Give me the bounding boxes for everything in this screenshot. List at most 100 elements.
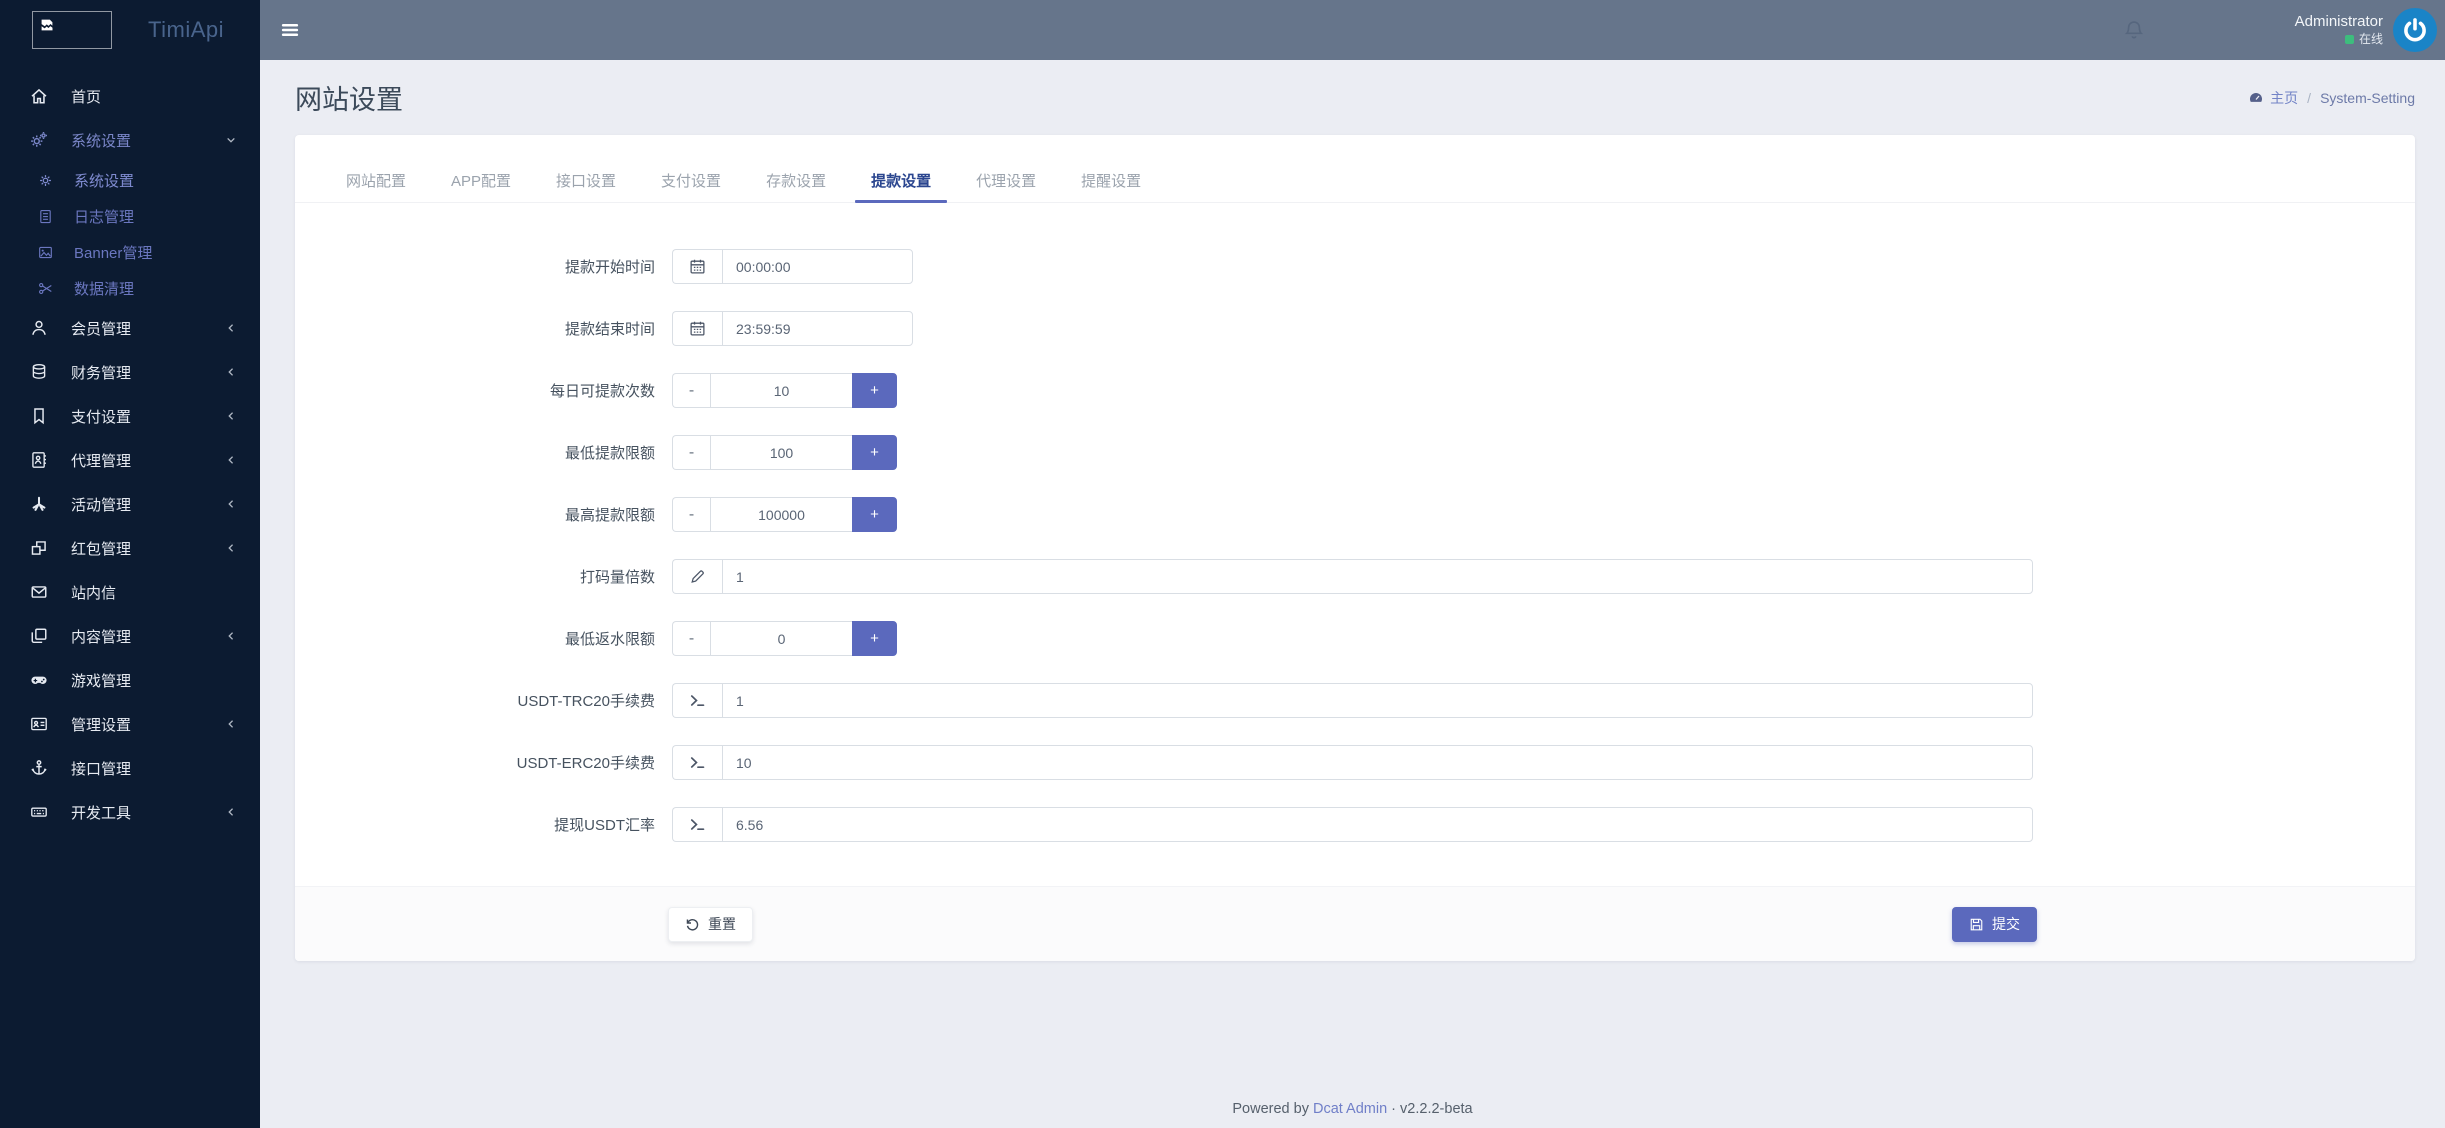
tab-存款设置[interactable]: 存款设置 — [760, 159, 832, 202]
sidebar-subitem-label: Banner管理 — [74, 242, 152, 263]
sidebar-item[interactable]: 活动管理 — [0, 482, 260, 526]
user-status-label: 在线 — [2359, 32, 2383, 47]
sidebar-item[interactable]: 接口管理 — [0, 746, 260, 790]
sidebar-item[interactable]: 管理设置 — [0, 702, 260, 746]
file-text-icon — [38, 209, 53, 224]
stepper-value-input[interactable] — [710, 621, 852, 656]
form-row: 每日可提款次数-+ — [295, 373, 2415, 408]
field-control: -+ — [672, 621, 897, 656]
form-row: 打码量倍数 — [295, 559, 2415, 594]
footer-separator: · — [1391, 1101, 1396, 1117]
submit-button[interactable]: 提交 — [1952, 907, 2037, 942]
sidebar-item-label: 系统设置 — [71, 130, 224, 151]
time-input[interactable] — [722, 249, 913, 284]
tab-支付设置[interactable]: 支付设置 — [655, 159, 727, 202]
sidebar-subitem[interactable]: 系统设置 — [0, 162, 260, 198]
sidebar-menu: 首页系统设置系统设置日志管理Banner管理数据清理会员管理财务管理支付设置代理… — [0, 60, 260, 834]
powered-by-text: Powered by — [1232, 1101, 1309, 1117]
sidebar-item-label: 活动管理 — [71, 494, 224, 515]
sidebar-item[interactable]: 游戏管理 — [0, 658, 260, 702]
sidebar-item[interactable]: 首页 — [0, 74, 260, 118]
settings-form: 提款开始时间提款结束时间每日可提款次数-+最低提款限额-+最高提款限额-+打码量… — [295, 203, 2415, 886]
tab-代理设置[interactable]: 代理设置 — [970, 159, 1042, 202]
stepper-minus-button[interactable]: - — [672, 435, 710, 470]
chevron-left-icon — [224, 321, 238, 335]
settings-tabs: 网站配置 APP配置接口设置支付设置存款设置提款设置代理设置提醒设置 — [295, 135, 2415, 203]
undo-icon — [685, 917, 700, 932]
sidebar-item[interactable]: 支付设置 — [0, 394, 260, 438]
text-input[interactable] — [722, 559, 2033, 594]
stepper-value-input[interactable] — [710, 373, 852, 408]
topbar: Administrator 在线 — [260, 0, 2445, 60]
logo-link[interactable] — [32, 11, 112, 49]
user-icon — [30, 319, 48, 337]
bars-icon — [280, 20, 300, 40]
tab-网站配置[interactable]: 网站配置 — [340, 159, 412, 202]
sidebar-subitem[interactable]: Banner管理 — [0, 234, 260, 270]
breadcrumb-current: System-Setting — [2320, 90, 2415, 106]
sidebar-item-label: 接口管理 — [71, 758, 238, 779]
logo-bar: TimiApi — [0, 0, 260, 60]
user-meta: Administrator 在线 — [2295, 13, 2383, 47]
tab-提款设置[interactable]: 提款设置 — [865, 159, 937, 202]
stepper-plus-button[interactable]: + — [852, 621, 897, 656]
breadcrumb-separator: / — [2307, 90, 2311, 106]
field-label: 最低返水限额 — [295, 628, 655, 649]
stepper-minus-button[interactable]: - — [672, 621, 710, 656]
page-footer: Powered by Dcat Admin · v2.2.2-beta — [260, 1101, 2445, 1117]
tab-接口设置[interactable]: 接口设置 — [550, 159, 622, 202]
sidebar-item[interactable]: 内容管理 — [0, 614, 260, 658]
sidebar-subitem[interactable]: 日志管理 — [0, 198, 260, 234]
reset-button[interactable]: 重置 — [668, 907, 753, 942]
sidebar-toggle-button[interactable] — [260, 0, 320, 60]
sidebar-item[interactable]: 站内信 — [0, 570, 260, 614]
tab-提醒设置[interactable]: 提醒设置 — [1075, 159, 1147, 202]
sidebar-subitem-label: 日志管理 — [74, 206, 134, 227]
sidebar-item[interactable]: 会员管理 — [0, 306, 260, 350]
sidebar-subitem[interactable]: 数据清理 — [0, 270, 260, 306]
form-row: 提款结束时间 — [295, 311, 2415, 346]
field-label: 最高提款限额 — [295, 504, 655, 525]
form-row: 提款开始时间 — [295, 249, 2415, 284]
field-control — [672, 807, 2033, 842]
form-row: 最低提款限额-+ — [295, 435, 2415, 470]
sidebar-item-label: 红包管理 — [71, 538, 224, 559]
stepper-plus-button[interactable]: + — [852, 497, 897, 532]
breadcrumb: 主页 / System-Setting — [2248, 88, 2415, 108]
page-head: 网站设置 主页 / System-Setting — [260, 60, 2445, 135]
stepper-minus-button[interactable]: - — [672, 373, 710, 408]
field-control — [672, 249, 913, 284]
text-input[interactable] — [722, 745, 2033, 780]
sidebar-item[interactable]: 开发工具 — [0, 790, 260, 834]
stepper-value-input[interactable] — [710, 435, 852, 470]
text-input[interactable] — [722, 683, 2033, 718]
stepper-minus-button[interactable]: - — [672, 497, 710, 532]
stepper-value-input[interactable] — [710, 497, 852, 532]
dcat-admin-link[interactable]: Dcat Admin — [1313, 1101, 1387, 1117]
bell-icon[interactable] — [2123, 19, 2145, 41]
settings-card: 网站配置 APP配置接口设置支付设置存款设置提款设置代理设置提醒设置 提款开始时间… — [295, 135, 2415, 961]
breadcrumb-home-link[interactable]: 主页 — [2248, 88, 2298, 108]
stepper-plus-button[interactable]: + — [852, 373, 897, 408]
time-input[interactable] — [722, 311, 913, 346]
home-icon — [30, 87, 48, 105]
id-card-icon — [30, 715, 48, 733]
chevron-left-icon — [224, 541, 238, 555]
chevron-left-icon — [224, 409, 238, 423]
stepper-plus-button[interactable]: + — [852, 435, 897, 470]
sidebar-item[interactable]: 红包管理 — [0, 526, 260, 570]
field-control: -+ — [672, 435, 897, 470]
sidebar-subitem-label: 系统设置 — [74, 170, 134, 191]
field-label: 打码量倍数 — [295, 566, 655, 587]
sidebar-item[interactable]: 财务管理 — [0, 350, 260, 394]
user-avatar[interactable] — [2393, 8, 2437, 52]
text-input[interactable] — [722, 807, 2033, 842]
keyboard-icon — [30, 803, 48, 821]
gamepad-icon — [30, 671, 48, 689]
field-label: 提款结束时间 — [295, 318, 655, 339]
tab-APP配置[interactable]: APP配置 — [445, 159, 517, 202]
sidebar-item[interactable]: 代理管理 — [0, 438, 260, 482]
cubes-icon — [30, 539, 48, 557]
sidebar-item[interactable]: 系统设置 — [0, 118, 260, 162]
main-content: 网站设置 主页 / System-Setting 网站配置 APP配置接口设置支付… — [260, 0, 2445, 1117]
